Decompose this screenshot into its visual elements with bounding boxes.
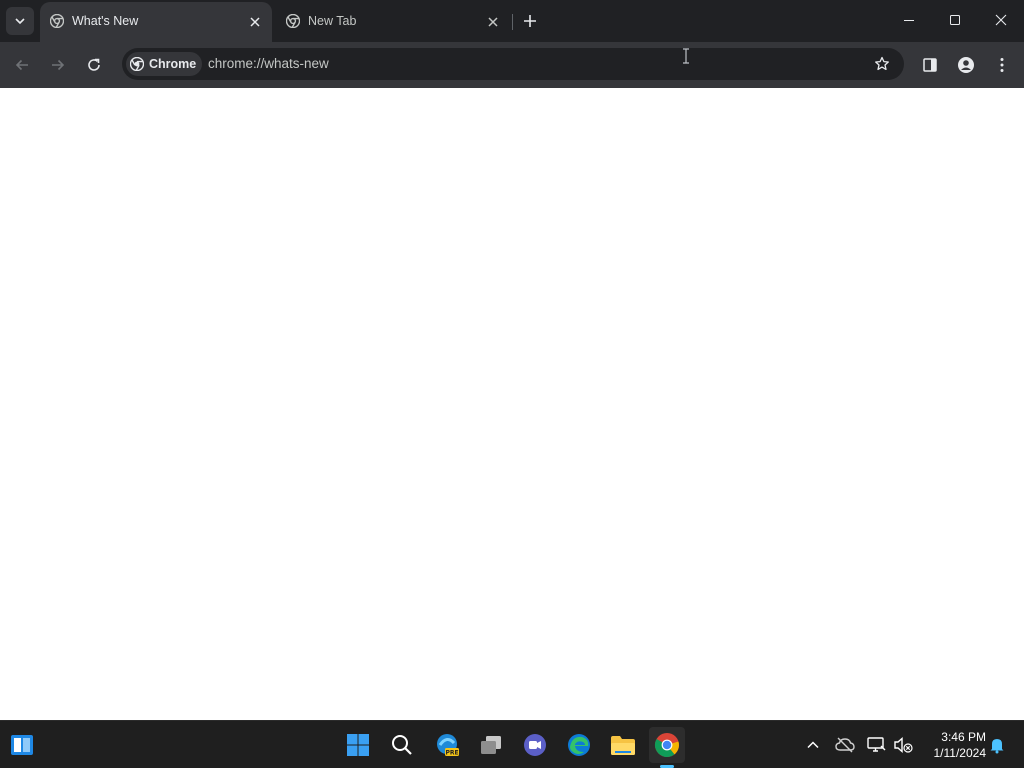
chrome-icon (654, 733, 679, 758)
task-view-button[interactable] (475, 729, 507, 761)
maximize-button[interactable] (932, 0, 978, 40)
tab-new-tab[interactable]: New Tab (276, 2, 510, 42)
plus-icon (524, 15, 536, 27)
file-explorer-icon (611, 736, 635, 755)
forward-button[interactable] (44, 51, 72, 79)
edge-icon (568, 734, 590, 756)
side-panel-button[interactable] (916, 51, 944, 79)
tab-close-icon[interactable] (484, 13, 502, 31)
tab-search-button[interactable] (6, 7, 34, 35)
tab-divider (512, 14, 513, 30)
tab-whats-new[interactable]: What's New (40, 2, 272, 42)
teams-chat-button[interactable] (519, 729, 551, 761)
bookmark-star-button[interactable] (872, 54, 892, 74)
start-button[interactable] (342, 729, 374, 761)
system-clock[interactable]: 3:46 PM 1/11/2024 (920, 729, 987, 761)
side-panel-icon (923, 58, 937, 72)
new-tab-button[interactable] (518, 9, 542, 33)
edge-beta-button[interactable]: PRE (431, 729, 463, 761)
network-icon (867, 737, 886, 752)
url-text[interactable]: chrome://whats-new (208, 56, 329, 71)
search-icon (392, 735, 412, 755)
teams-icon (524, 734, 546, 756)
windows-start-icon (347, 734, 369, 756)
star-icon (875, 56, 889, 71)
chip-label: Chrome (149, 57, 197, 71)
svg-text:PRE: PRE (445, 750, 458, 757)
widgets-icon (11, 735, 33, 755)
onedrive-tray-button[interactable] (835, 735, 855, 755)
network-tray-button[interactable] (866, 735, 886, 755)
chrome-menu-button[interactable] (988, 51, 1016, 79)
minimize-icon (904, 20, 914, 21)
chrome-taskbar-button[interactable] (649, 727, 685, 763)
close-window-button[interactable] (978, 0, 1024, 40)
widgets-button[interactable] (6, 729, 38, 761)
chevron-down-icon (15, 18, 25, 25)
back-button[interactable] (8, 51, 36, 79)
search-button[interactable] (386, 729, 418, 761)
edge-button[interactable] (563, 729, 595, 761)
chrome-favicon-icon (50, 14, 64, 28)
maximize-icon (950, 15, 960, 25)
chrome-logo-icon (130, 57, 144, 71)
arrow-right-icon (52, 59, 65, 71)
arrow-left-icon (15, 59, 28, 71)
edge-beta-icon: PRE (437, 734, 459, 757)
clock-date: 1/11/2024 (933, 746, 987, 760)
tab-title: New Tab (308, 14, 357, 28)
volume-tray-button[interactable] (893, 735, 913, 755)
browser-toolbar: Chrome chrome://whats-new (0, 42, 1024, 88)
file-explorer-button[interactable] (607, 729, 639, 761)
page-content (0, 88, 1024, 720)
close-icon (995, 14, 1007, 26)
reload-button[interactable] (80, 51, 108, 79)
notifications-button[interactable] (987, 735, 1007, 755)
text-cursor-icon (683, 48, 689, 64)
task-view-icon (481, 736, 501, 754)
profile-button[interactable] (952, 51, 980, 79)
chrome-favicon-icon (286, 14, 300, 28)
reload-icon (88, 58, 100, 71)
kebab-menu-icon (1000, 58, 1004, 72)
tab-title: What's New (72, 14, 139, 28)
bell-icon (990, 739, 1004, 754)
clock-time: 3:46 PM (941, 730, 986, 744)
show-hidden-icons-button[interactable] (803, 735, 823, 755)
tab-strip: What's New New Tab (0, 0, 1024, 42)
cloud-offline-icon (835, 737, 855, 753)
taskbar: PRE 3:46 PM 1/11/2024 (0, 720, 1024, 768)
site-info-chip[interactable]: Chrome (126, 52, 203, 76)
profile-icon (958, 57, 974, 73)
volume-muted-icon (894, 736, 913, 754)
chevron-up-icon (807, 741, 819, 749)
minimize-button[interactable] (886, 0, 932, 40)
tab-close-icon[interactable] (246, 13, 264, 31)
address-bar[interactable]: Chrome chrome://whats-new (122, 48, 904, 80)
